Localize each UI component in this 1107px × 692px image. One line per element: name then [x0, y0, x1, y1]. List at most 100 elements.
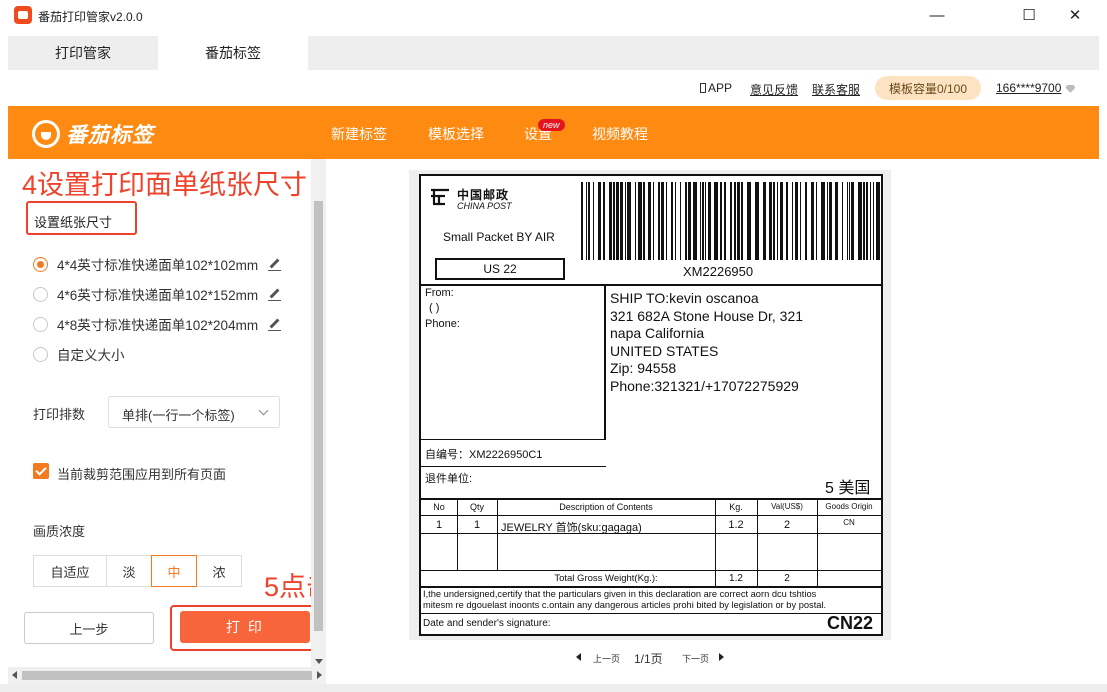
barcode-bar — [613, 182, 615, 260]
barcode-bar — [685, 182, 687, 260]
signature-label: Date and sender's signature: — [423, 618, 551, 629]
radio[interactable] — [33, 286, 48, 302]
barcode-bar — [876, 182, 880, 260]
edit-pencil-icon[interactable] — [268, 288, 282, 301]
post-name-en: CHINA POST — [457, 201, 512, 211]
barcode-bar — [835, 182, 838, 260]
cell-qty: 1 — [473, 519, 481, 531]
edit-pencil-icon[interactable] — [268, 318, 282, 331]
app-logo-icon — [14, 6, 32, 24]
size-option-custom[interactable]: 自定义大小 — [33, 344, 125, 364]
cell-value: 2 — [783, 519, 791, 531]
from-label: From: — [425, 287, 454, 299]
barcode-bar — [858, 182, 862, 260]
barcode-bar — [666, 182, 667, 260]
barcode-bar — [847, 182, 848, 260]
barcode-bar — [816, 182, 817, 260]
template-capacity-badge[interactable]: 模板容量0/100 — [875, 76, 981, 100]
phone-label: Phone: — [425, 318, 460, 330]
barcode-bar — [598, 182, 601, 260]
barcode-bar — [625, 182, 626, 260]
shipping-label: 中国邮政 CHINA POST Small Packet BY AIR US 2… — [419, 174, 883, 636]
prev-page-link[interactable]: 上一页 — [593, 652, 620, 665]
col-origin: Goods Origin — [825, 502, 873, 511]
prev-page-arrow-icon[interactable] — [576, 653, 581, 661]
divider — [817, 498, 818, 586]
vertical-scrollbar[interactable] — [311, 159, 326, 667]
barcode-bar — [786, 182, 788, 260]
scroll-left-arrow-icon[interactable] — [12, 671, 17, 679]
quality-auto[interactable]: 自适应 — [33, 555, 107, 587]
divider — [421, 284, 881, 286]
cell-no: 1 — [435, 519, 443, 531]
cell-description: JEWELRY 首饰(sku:gagaga) — [501, 522, 642, 534]
size-option-4x6[interactable]: 4*6英寸标准快递面单102*152mm — [33, 284, 282, 304]
account-link[interactable]: 166****9700 — [996, 81, 1076, 95]
quality-medium[interactable]: 中 — [151, 555, 197, 587]
size-option-4x8[interactable]: 4*8英寸标准快递面单102*204mm — [33, 314, 282, 334]
barcode-bar — [821, 182, 825, 260]
apply-all-checkbox[interactable] — [33, 463, 49, 479]
barcode-bar — [581, 182, 583, 260]
barcode-bar — [851, 182, 854, 260]
radio-checked[interactable] — [33, 256, 48, 272]
barcode-bar — [842, 182, 843, 260]
divider — [421, 498, 881, 500]
barcode-bar — [805, 182, 807, 260]
close-button[interactable]: ✕ — [1052, 0, 1098, 30]
layout-select[interactable]: 单排(一行一个标签) — [108, 396, 280, 428]
col-description: Description of Contents — [559, 502, 653, 512]
barcode-bar — [829, 182, 832, 260]
next-page-link[interactable]: 下一页 — [682, 652, 709, 665]
scroll-thumb[interactable] — [314, 201, 323, 631]
barcode-bar — [588, 182, 590, 260]
next-page-arrow-icon[interactable] — [719, 653, 724, 661]
barcode-bar — [870, 182, 871, 260]
tab-print-manager[interactable]: 打印管家 — [8, 36, 158, 70]
barcode-bar — [792, 182, 793, 260]
edit-pencil-icon[interactable] — [268, 258, 282, 271]
support-link[interactable]: 联系客服 — [812, 81, 860, 98]
radio[interactable] — [33, 316, 48, 332]
maximize-button[interactable]: ☐ — [1006, 0, 1052, 30]
barcode-bar — [620, 182, 623, 260]
barcode-bar — [730, 182, 732, 260]
divider — [421, 586, 881, 588]
tomato-logo-icon — [32, 120, 60, 148]
tab-tomato-label[interactable]: 番茄标签 — [158, 36, 308, 70]
print-button[interactable]: 打 印 — [180, 611, 310, 643]
top-info-bar: APP 意见反馈 联系客服 模板容量0/100 166****9700 — [8, 70, 1099, 106]
divider — [421, 439, 606, 440]
nav-video-tutorial[interactable]: 视频教程 — [592, 124, 648, 144]
barcode-bar — [827, 182, 828, 260]
total-value: 2 — [784, 573, 790, 584]
vip-diamond-icon — [1065, 84, 1076, 93]
prev-step-button[interactable]: 上一步 — [24, 612, 154, 644]
barcode-bar — [586, 182, 587, 260]
barcode-bar — [737, 182, 740, 260]
scroll-thumb[interactable] — [22, 671, 312, 680]
app-link[interactable]: APP — [700, 81, 732, 95]
scroll-right-arrow-icon[interactable] — [317, 671, 322, 679]
nav-template-select[interactable]: 模板选择 — [428, 124, 484, 144]
barcode-bar — [693, 182, 697, 260]
nav-new-label[interactable]: 新建标签 — [331, 124, 387, 144]
size-option-4x4[interactable]: 4*4英寸标准快递面单102*102mm — [33, 254, 282, 274]
quality-light[interactable]: 淡 — [106, 555, 152, 587]
chevron-down-icon — [258, 405, 269, 416]
tracking-barcode — [581, 182, 880, 260]
barcode-bar — [627, 182, 631, 260]
horizontal-scrollbar[interactable] — [8, 667, 326, 684]
scroll-down-arrow-icon[interactable] — [315, 659, 323, 664]
col-no: No — [433, 502, 445, 512]
quality-dark[interactable]: 浓 — [196, 555, 242, 587]
minimize-button[interactable]: — — [914, 0, 960, 30]
barcode-bar — [773, 182, 775, 260]
barcode-bar — [734, 182, 736, 260]
barcode-bar — [658, 182, 660, 260]
barcode-bar — [638, 182, 642, 260]
feedback-link[interactable]: 意见反馈 — [750, 81, 798, 98]
window-title: 番茄打印管家v2.0.0 — [38, 10, 143, 24]
radio[interactable] — [33, 346, 48, 362]
barcode-bar — [866, 182, 868, 260]
